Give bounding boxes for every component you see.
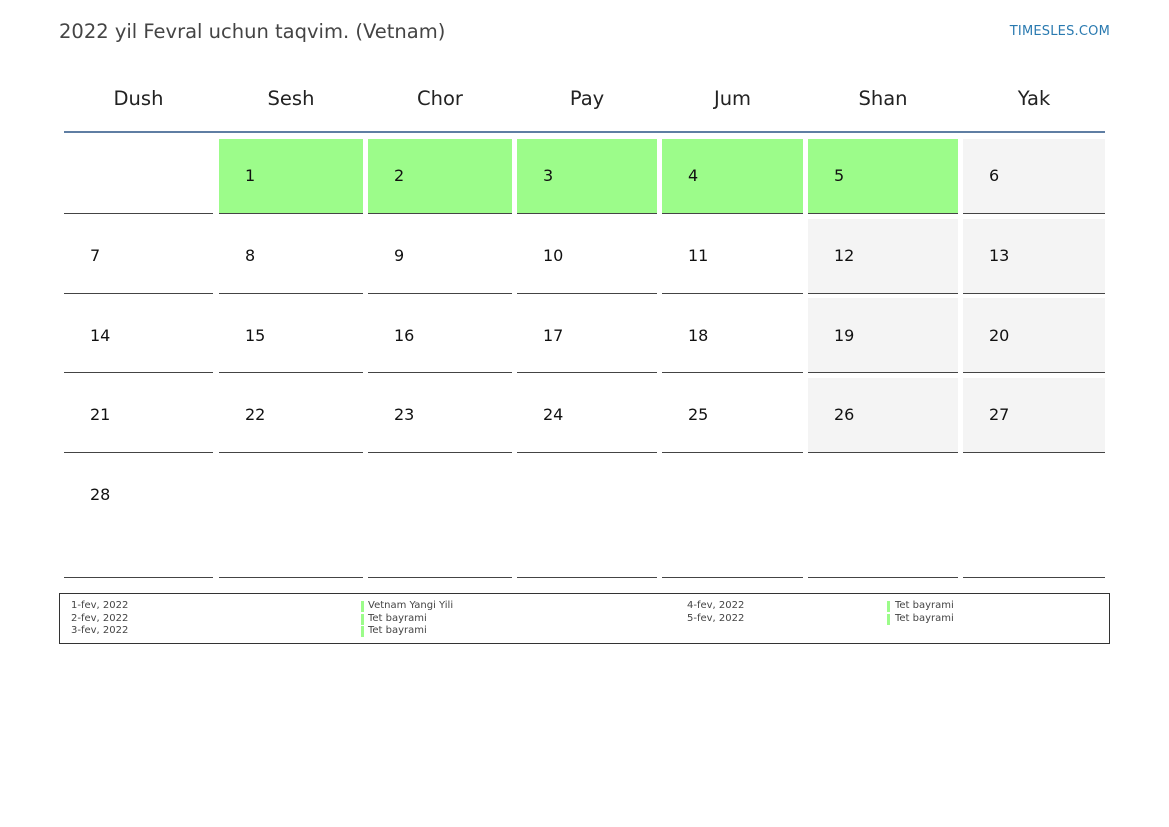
day-cell[interactable]: 25 [662,378,803,453]
day-cell[interactable]: 26 [808,378,958,453]
weekday-header: Dush [113,87,164,110]
day-cell[interactable]: 27 [963,378,1105,453]
day-number: 24 [543,405,564,424]
day-number: 17 [543,326,564,345]
empty-day-cell [368,458,512,578]
day-cell[interactable]: 11 [662,219,803,294]
holiday-color-marker [361,601,364,612]
day-cell[interactable]: 22 [219,378,363,453]
holiday-legend: 1-fev, 2022 Vetnam Yangi Yili 2-fev, 2022 T… [59,593,1110,644]
empty-day-cell [963,458,1105,578]
site-link[interactable]: TIMESLES.COM [1010,24,1110,39]
day-cell[interactable]: 4 [662,139,803,214]
day-number: 23 [394,405,415,424]
day-number: 15 [245,326,266,345]
legend-holiday-name: Tet bayrami [895,612,954,624]
holiday-color-marker [361,626,364,637]
day-cell[interactable]: 24 [517,378,657,453]
day-cell[interactable]: 13 [963,219,1105,294]
legend-holiday-name: Vetnam Yangi Yili [368,600,454,611]
day-number: 26 [834,405,855,424]
day-cell[interactable]: 14 [64,298,213,373]
day-number: 10 [543,246,564,265]
weekday-header: Yak [1017,87,1051,110]
day-number: 19 [834,326,855,345]
legend-date: 4-fev, 2022 [687,600,745,611]
legend-holiday-name: Tet bayrami [895,600,954,611]
day-cell[interactable]: 10 [517,219,657,294]
day-cell[interactable]: 19 [808,298,958,373]
day-cell[interactable]: 17 [517,298,657,373]
day-cell[interactable]: 1 [219,139,363,214]
empty-day-cell [517,458,657,578]
legend-holiday-name: Tet bayrami [368,625,427,636]
day-cell[interactable]: 28 [64,458,213,578]
empty-day-cell [64,139,213,214]
day-number: 1 [245,166,256,185]
legend-holiday-name: Tet bayrami [368,612,427,624]
legend-date: 2-fev, 2022 [71,612,129,624]
legend-date: 1-fev, 2022 [71,600,129,611]
day-cell[interactable]: 21 [64,378,213,453]
day-number: 22 [245,405,266,424]
legend-date: 3-fev, 2022 [71,625,129,636]
day-number: 27 [989,405,1010,424]
day-number: 9 [394,246,405,265]
weekday-header: Pay [569,87,605,110]
day-number: 18 [688,326,709,345]
holiday-color-marker [361,613,364,625]
day-number: 4 [688,166,699,185]
header-divider [64,131,1105,133]
day-number: 8 [245,246,256,265]
day-cell[interactable]: 3 [517,139,657,214]
day-number: 12 [834,246,855,265]
day-number: 5 [834,166,845,185]
day-number: 11 [688,246,709,265]
day-cell[interactable]: 6 [963,139,1105,214]
day-cell[interactable]: 20 [963,298,1105,373]
holiday-color-marker [887,613,890,625]
day-number: 2 [394,166,405,185]
day-cell[interactable]: 12 [808,219,958,294]
holiday-color-marker [887,601,890,612]
day-cell[interactable]: 5 [808,139,958,214]
day-number: 3 [543,166,554,185]
day-cell[interactable]: 18 [662,298,803,373]
weekday-header: Sesh [267,87,315,110]
weekday-header: Chor [417,87,463,110]
legend-date: 5-fev, 2022 [687,612,745,624]
day-number: 28 [90,485,111,504]
day-number: 21 [90,405,111,424]
day-number: 7 [90,246,101,265]
day-cell[interactable]: 9 [368,219,512,294]
day-cell[interactable]: 23 [368,378,512,453]
day-number: 20 [989,326,1010,345]
day-cell[interactable]: 2 [368,139,512,214]
page-title: 2022 yil Fevral uchun taqvim. (Vetnam) [59,20,446,43]
day-cell[interactable]: 8 [219,219,363,294]
day-cell[interactable]: 7 [64,219,213,294]
day-number: 14 [90,326,111,345]
weekday-header: Jum [713,87,752,110]
day-number: 6 [989,166,1000,185]
day-number: 16 [394,326,415,345]
day-number: 13 [989,246,1010,265]
day-cell[interactable]: 15 [219,298,363,373]
day-cell[interactable]: 16 [368,298,512,373]
empty-day-cell [662,458,803,578]
day-number: 25 [688,405,709,424]
weekday-header: Shan [858,87,908,110]
empty-day-cell [808,458,958,578]
empty-day-cell [219,458,363,578]
